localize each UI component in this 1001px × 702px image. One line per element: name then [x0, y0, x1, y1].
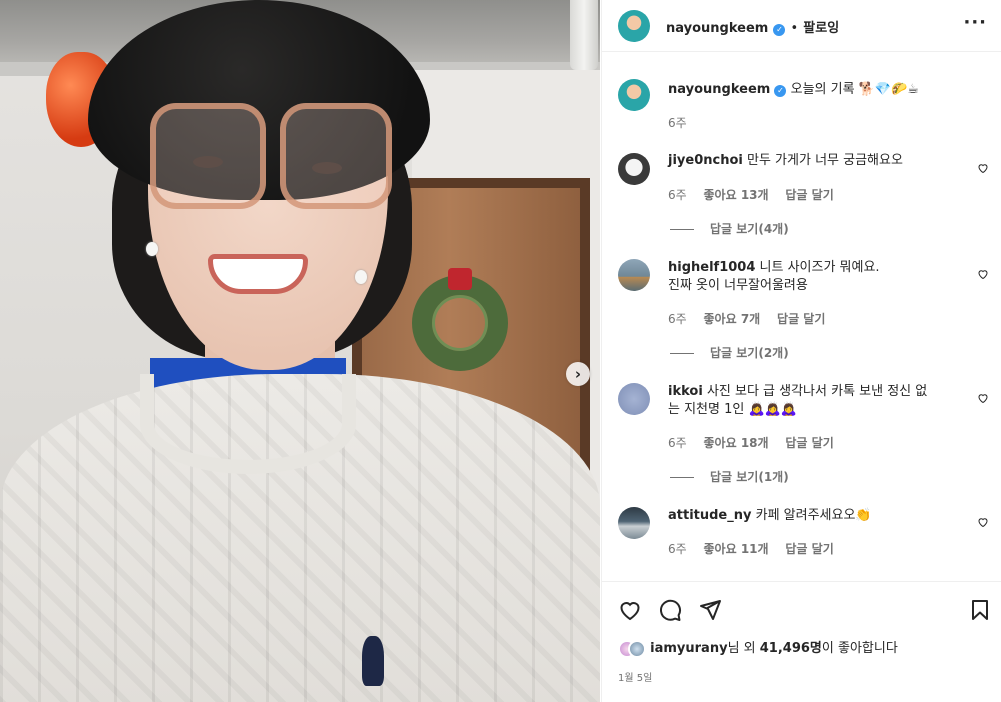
post-date[interactable]: 1월 5일	[618, 669, 652, 684]
comment-text: 카페 알려주세요오👏	[755, 508, 872, 523]
photo-glasses-left	[150, 103, 266, 209]
comment-meta: 6주 좋아요 13개 답글 달기	[668, 186, 847, 203]
comment-icon[interactable]	[658, 598, 682, 622]
replies-line	[670, 477, 694, 478]
reply-button[interactable]: 답글 달기	[785, 436, 833, 450]
photo-earring-left	[146, 242, 158, 256]
post-actions: iamyurany님 외 41,496명이 좋아합니다 1월 5일	[602, 581, 1001, 702]
comment-text: 사진 보다 급 생각나서 카톡 보낸 정신 없	[706, 384, 928, 399]
commenter-avatar[interactable]	[618, 383, 650, 415]
reply-button[interactable]: 답글 달기	[785, 542, 833, 556]
view-replies[interactable]: 답글 보기(2개)	[670, 344, 789, 361]
view-replies-label: 답글 보기(2개)	[710, 346, 789, 360]
replies-line	[670, 229, 694, 230]
view-replies[interactable]: 답글 보기(4개)	[670, 220, 789, 237]
like-comment-heart-icon[interactable]	[977, 516, 989, 528]
share-icon[interactable]	[698, 598, 722, 622]
commenter-username[interactable]: attitude_ny	[668, 508, 751, 523]
commenter-username[interactable]: ikkoi	[668, 384, 703, 399]
comment-text-line2: 진짜 옷이 너무잘어울려용	[668, 278, 808, 293]
commenter-avatar[interactable]	[618, 259, 650, 291]
comment-likes[interactable]: 좋아요 18개	[704, 436, 769, 450]
likes-summary: iamyurany님 외 41,496명이 좋아합니다	[618, 637, 898, 658]
comment: attitude_ny 카페 알려주세요오👏	[668, 507, 968, 525]
author-line: nayoungkeem ✓ • 팔로잉	[666, 17, 839, 36]
likes-suffix-2: 이 좋아합니다	[821, 641, 898, 656]
view-replies-label: 답글 보기(4개)	[710, 222, 789, 236]
likes-count[interactable]: 41,496명	[760, 641, 822, 656]
following-button[interactable]: 팔로잉	[803, 21, 839, 36]
comment-likes[interactable]: 좋아요 7개	[704, 312, 761, 326]
comments-list[interactable]: nayoungkeem ✓ 오늘의 기록 🐕💎🌮☕ 6주 jiye0nchoi …	[602, 53, 1001, 580]
caption-time[interactable]: 6주	[668, 116, 687, 130]
more-options-icon[interactable]: ···	[963, 12, 987, 33]
photo-neckband	[140, 374, 356, 474]
comment-meta: 6주 좋아요 11개 답글 달기	[668, 540, 847, 557]
caption: nayoungkeem ✓ 오늘의 기록 🐕💎🌮☕	[668, 81, 968, 99]
view-replies[interactable]: 답글 보기(1개)	[670, 468, 789, 485]
comment-meta: 6주 좋아요 18개 답글 달기	[668, 434, 847, 451]
likes-suffix-1: 님 외	[727, 641, 760, 656]
reply-button[interactable]: 답글 달기	[785, 188, 833, 202]
comment-time[interactable]: 6주	[668, 188, 687, 202]
commenter-username[interactable]: jiye0nchoi	[668, 153, 743, 168]
next-photo-button[interactable]: ›	[566, 362, 590, 386]
replies-line	[670, 353, 694, 354]
caption-author-avatar[interactable]	[618, 79, 650, 111]
commenter-avatar[interactable]	[618, 153, 650, 185]
commenter-avatar[interactable]	[618, 507, 650, 539]
comment-time[interactable]: 6주	[668, 436, 687, 450]
separator-dot: •	[790, 21, 799, 36]
author-avatar[interactable]	[618, 10, 650, 42]
view-replies-label: 답글 보기(1개)	[710, 470, 789, 484]
photo-pipe	[570, 0, 598, 70]
comment-text-line2: 는 지천명 1인 🙇‍♀️🙇‍♀️🙇‍♀️	[668, 402, 798, 417]
comment-likes[interactable]: 좋아요 13개	[704, 188, 769, 202]
first-liker-username[interactable]: iamyurany	[650, 641, 727, 656]
comment-text: 만두 가게가 너무 궁금해요오	[747, 153, 903, 168]
comment-text: 니트 사이즈가 뭐예요.	[759, 260, 880, 275]
post-photo[interactable]: ›	[0, 0, 600, 702]
photo-polo-logo	[362, 636, 384, 686]
comment-time[interactable]: 6주	[668, 312, 687, 326]
comment-likes[interactable]: 좋아요 11개	[704, 542, 769, 556]
commenter-username[interactable]: highelf1004	[668, 260, 755, 275]
verified-badge-icon: ✓	[773, 24, 786, 36]
like-comment-heart-icon[interactable]	[977, 392, 989, 404]
like-comment-heart-icon[interactable]	[977, 162, 989, 174]
chevron-right-icon: ›	[574, 365, 582, 383]
caption-meta: 6주	[668, 114, 700, 131]
caption-username[interactable]: nayoungkeem	[668, 82, 770, 97]
comment: highelf1004 니트 사이즈가 뭐예요. 진짜 옷이 너무잘어울려용	[668, 259, 968, 295]
comment-time[interactable]: 6주	[668, 542, 687, 556]
comment: ikkoi 사진 보다 급 생각나서 카톡 보낸 정신 없 는 지천명 1인 🙇…	[668, 383, 968, 419]
reply-button[interactable]: 답글 달기	[777, 312, 825, 326]
photo-earring-right	[355, 270, 367, 284]
photo-smile	[208, 254, 308, 294]
post-side-panel: nayoungkeem ✓ • 팔로잉 ··· nayoungkeem ✓ 오늘…	[601, 0, 1001, 702]
verified-badge-icon: ✓	[774, 85, 787, 97]
post-header: nayoungkeem ✓ • 팔로잉 ···	[602, 0, 1001, 52]
caption-text: 오늘의 기록 🐕💎🌮☕	[790, 82, 919, 97]
author-username[interactable]: nayoungkeem	[666, 21, 768, 36]
photo-wreath-bow	[448, 268, 472, 290]
like-comment-heart-icon[interactable]	[977, 268, 989, 280]
heart-icon[interactable]	[618, 598, 642, 622]
comment: jiye0nchoi 만두 가게가 너무 궁금해요오	[668, 152, 968, 170]
bookmark-icon[interactable]	[968, 598, 992, 622]
comment-meta: 6주 좋아요 7개 답글 달기	[668, 310, 838, 327]
liker-avatar	[628, 639, 646, 658]
photo-glasses-right	[280, 103, 392, 209]
